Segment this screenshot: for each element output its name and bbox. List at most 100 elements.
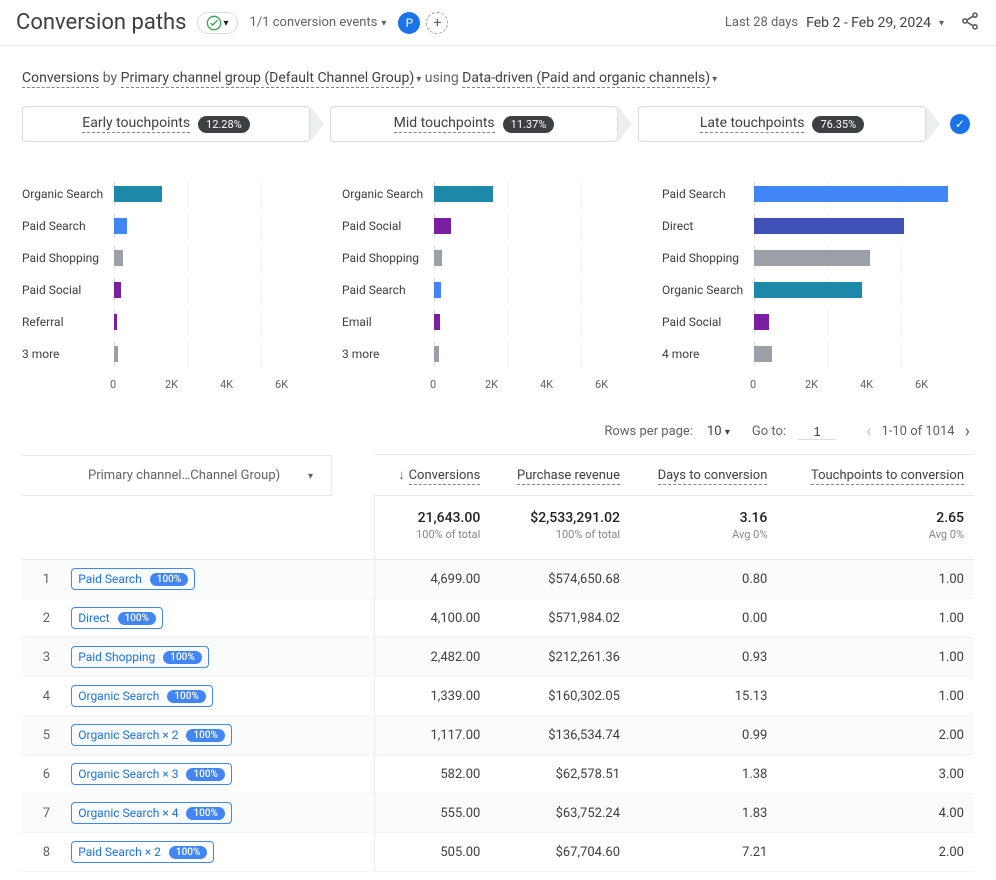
chart-bar-row: Paid Shopping bbox=[22, 242, 334, 274]
conversion-events-dropdown[interactable]: 1/1 conversion events bbox=[250, 15, 387, 30]
cell-revenue: $136,534.74 bbox=[490, 716, 630, 755]
summary-row: 21,643.00100% of total $2,533,291.02100%… bbox=[22, 496, 974, 560]
table-row[interactable]: 4 Organic Search 100% 1,339.00 $160,302.… bbox=[22, 677, 974, 716]
goto-label: Go to: bbox=[752, 424, 786, 439]
axis-tick: 2K bbox=[165, 378, 220, 391]
dimension-column-header[interactable]: Primary channel…Channel Group) bbox=[22, 455, 332, 496]
col-days[interactable]: Days to conversion bbox=[630, 455, 777, 496]
bar-category-label: Organic Search bbox=[342, 187, 434, 201]
attribution-model-dropdown[interactable]: Data-driven (Paid and organic channels) bbox=[462, 70, 710, 88]
bar-category-label: Paid Search bbox=[22, 219, 114, 233]
table-row[interactable]: 8 Paid Search × 2 100% 505.00 $67,704.60… bbox=[22, 833, 974, 872]
col-revenue[interactable]: Purchase revenue bbox=[490, 455, 630, 496]
charts-row: Organic Search Paid Search Paid Shopping… bbox=[0, 142, 996, 405]
axis-tick: 4K bbox=[540, 378, 595, 391]
x-axis: 02K4K6K bbox=[22, 378, 334, 391]
path-label: Direct bbox=[78, 611, 109, 625]
touchpoint-tabs: Early touchpoints12.28% Mid touchpoints11… bbox=[0, 106, 996, 142]
header-bar: Conversion paths 1/1 conversion events P… bbox=[0, 0, 996, 46]
tab-label: Early touchpoints bbox=[82, 115, 190, 133]
bar-category-label: Paid Social bbox=[662, 315, 754, 329]
rows-per-page-select[interactable]: 10 bbox=[707, 424, 730, 439]
touchpoint-tab[interactable]: Early touchpoints12.28% bbox=[22, 106, 310, 142]
bar-category-label: Organic Search bbox=[22, 187, 114, 201]
dimension-dropdown[interactable]: Primary channel group (Default Channel G… bbox=[121, 70, 415, 88]
path-pill[interactable]: Paid Shopping 100% bbox=[71, 646, 208, 668]
table-row[interactable]: 3 Paid Shopping 100% 2,482.00 $212,261.3… bbox=[22, 638, 974, 677]
bar bbox=[434, 314, 440, 330]
chevron-down-icon bbox=[381, 15, 386, 30]
chart-bar-row: 3 more bbox=[22, 338, 334, 370]
add-comparison-button[interactable]: + bbox=[426, 12, 448, 34]
bar bbox=[434, 282, 441, 298]
prev-page-button[interactable]: ‹ bbox=[862, 421, 875, 442]
date-range-picker[interactable]: Last 28 days Feb 2 - Feb 29, 2024 bbox=[725, 15, 944, 31]
cell-days: 0.00 bbox=[630, 599, 777, 638]
touchpoint-tab[interactable]: Late touchpoints76.35% bbox=[638, 106, 926, 142]
axis-tick: 0 bbox=[110, 378, 165, 391]
next-page-button[interactable]: › bbox=[961, 421, 974, 442]
user-avatar[interactable]: P bbox=[398, 12, 420, 34]
col-conversions[interactable]: ↓Conversions bbox=[374, 455, 490, 496]
path-percent-badge: 100% bbox=[150, 573, 188, 586]
bar bbox=[754, 346, 772, 362]
path-pill[interactable]: Direct 100% bbox=[71, 607, 163, 629]
cell-revenue: $212,261.36 bbox=[490, 638, 630, 677]
path-label: Organic Search × 3 bbox=[78, 767, 178, 781]
chart-bar-row: Paid Search bbox=[22, 210, 334, 242]
path-percent-badge: 100% bbox=[163, 651, 201, 664]
cell-days: 1.38 bbox=[630, 755, 777, 794]
path-pill[interactable]: Organic Search × 4 100% bbox=[71, 802, 232, 824]
axis-tick: 6K bbox=[595, 378, 650, 391]
date-range: Feb 2 - Feb 29, 2024 bbox=[806, 15, 931, 31]
chart-bar-row: 3 more bbox=[342, 338, 654, 370]
axis-tick: 4K bbox=[220, 378, 275, 391]
share-icon[interactable] bbox=[960, 11, 980, 35]
table-row[interactable]: 1 Paid Search 100% 4,699.00 $574,650.68 … bbox=[22, 560, 974, 599]
check-circle-icon[interactable]: ✓ bbox=[950, 114, 970, 134]
table-row[interactable]: 6 Organic Search × 3 100% 582.00 $62,578… bbox=[22, 755, 974, 794]
row-index: 5 bbox=[32, 728, 50, 743]
bar bbox=[114, 250, 123, 266]
bar bbox=[114, 218, 127, 234]
axis-tick: 4K bbox=[860, 378, 915, 391]
chevron-down-icon bbox=[224, 15, 229, 30]
tab-percent-badge: 76.35% bbox=[812, 116, 864, 133]
path-pill[interactable]: Organic Search × 3 100% bbox=[71, 763, 232, 785]
row-index: 1 bbox=[32, 572, 50, 587]
path-label: Organic Search × 2 bbox=[78, 728, 178, 742]
goto-page-input[interactable] bbox=[798, 424, 836, 440]
cell-conversions: 505.00 bbox=[374, 833, 490, 872]
col-touchpoints[interactable]: Touchpoints to conversion bbox=[777, 455, 974, 496]
chart-bar-row: Paid Social bbox=[342, 210, 654, 242]
path-pill[interactable]: Paid Search × 2 100% bbox=[71, 841, 214, 863]
status-chip[interactable] bbox=[197, 12, 238, 34]
axis-tick: 6K bbox=[275, 378, 330, 391]
touchpoint-tab[interactable]: Mid touchpoints11.37% bbox=[330, 106, 618, 142]
bar-category-label: 4 more bbox=[662, 347, 754, 361]
chart-bar-row: Referral bbox=[22, 306, 334, 338]
chevron-down-icon bbox=[725, 424, 730, 439]
cell-revenue: $67,704.60 bbox=[490, 833, 630, 872]
data-table: Primary channel…Channel Group) ↓Conversi… bbox=[0, 454, 996, 880]
metric-link[interactable]: Conversions bbox=[22, 70, 99, 88]
cell-touchpoints: 1.00 bbox=[777, 638, 974, 677]
bar-category-label: Paid Social bbox=[342, 219, 434, 233]
row-index: 2 bbox=[32, 611, 50, 626]
path-pill[interactable]: Paid Search 100% bbox=[71, 568, 195, 590]
bar bbox=[114, 186, 162, 202]
table-row[interactable]: 2 Direct 100% 4,100.00 $571,984.02 0.00 … bbox=[22, 599, 974, 638]
bar-category-label: Organic Search bbox=[662, 283, 754, 297]
cell-revenue: $62,578.51 bbox=[490, 755, 630, 794]
check-circle-icon bbox=[206, 15, 222, 31]
cell-conversions: 4,699.00 bbox=[374, 560, 490, 599]
chart-bar-row: 4 more bbox=[662, 338, 974, 370]
cell-touchpoints: 1.00 bbox=[777, 560, 974, 599]
path-percent-badge: 100% bbox=[186, 807, 224, 820]
bar-chart: Paid Search Direct Paid Shopping Organic… bbox=[662, 178, 974, 391]
table-row[interactable]: 5 Organic Search × 2 100% 1,117.00 $136,… bbox=[22, 716, 974, 755]
bar bbox=[754, 282, 862, 298]
path-pill[interactable]: Organic Search 100% bbox=[71, 685, 213, 707]
path-percent-badge: 100% bbox=[186, 729, 224, 742]
path-pill[interactable]: Organic Search × 2 100% bbox=[71, 724, 232, 746]
